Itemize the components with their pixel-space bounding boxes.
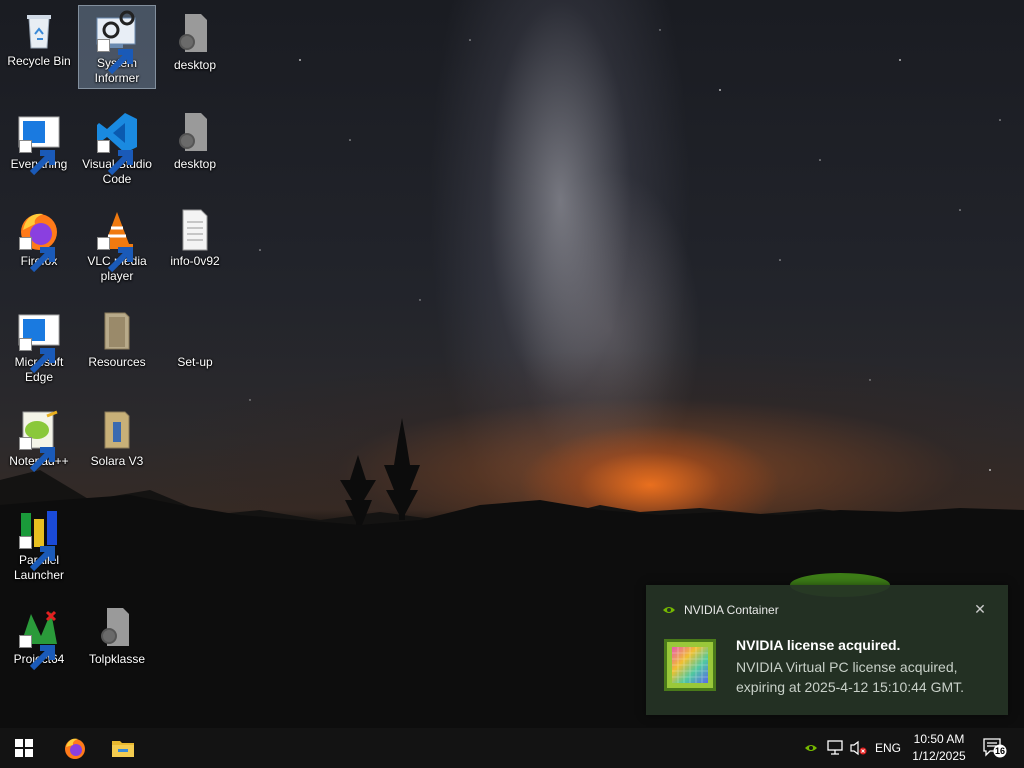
folder-icon: [95, 408, 139, 452]
settings-file-icon: [95, 606, 139, 650]
desktop-icon-microsoft-edge[interactable]: Microsoft Edge: [1, 305, 77, 387]
shortcut-arrow-icon: [19, 536, 55, 572]
clock-time: 10:50 AM: [913, 732, 965, 746]
desktop-icon-info-0v92[interactable]: info-0v92: [157, 204, 233, 271]
volume-muted-icon[interactable]: [848, 728, 870, 768]
desktop-icon-resources[interactable]: Resources: [79, 305, 155, 372]
shortcut-arrow-icon: [19, 338, 55, 374]
taskbar-file-explorer-button[interactable]: [99, 728, 147, 768]
file-explorer-icon: [112, 741, 134, 757]
network-icon[interactable]: [824, 728, 846, 768]
taskbar: ENG 10:50 AM 1/12/2025 16: [0, 728, 1024, 768]
desktop-icon-label: desktop: [173, 58, 217, 72]
desktop-icon-firefox[interactable]: Firefox: [1, 204, 77, 273]
nvidia-chip-icon: [664, 639, 716, 691]
firefox-icon: [17, 208, 61, 273]
shortcut-arrow-icon: [19, 237, 55, 273]
desktop-icon-label: Recycle Bin: [7, 54, 71, 68]
desktop-icon-solara-v3[interactable]: Solara V3: [79, 404, 155, 471]
language-indicator[interactable]: ENG: [872, 728, 904, 768]
desktop-icon-label: Set-up: [177, 355, 213, 369]
shortcut-arrow-icon: [19, 437, 55, 473]
desktop-icon-recycle-bin[interactable]: Recycle Bin: [1, 4, 77, 71]
taskbar-firefox-button[interactable]: [51, 728, 99, 768]
folder-icon: [95, 309, 139, 353]
firefox-icon: [65, 738, 85, 759]
system-informer-icon: [95, 10, 139, 75]
desktop-background: Recycle Bin Everything Firefox Microsoft…: [0, 0, 1024, 728]
desktop-icon-label: Tolpklasse: [88, 652, 146, 666]
nvidia-notification[interactable]: NVIDIA Container ✕ NVIDIA license acquir…: [646, 585, 1008, 715]
shortcut-arrow-icon: [97, 237, 133, 273]
vscode-icon: [95, 111, 139, 176]
desktop-icon-system-informer[interactable]: System Informer: [78, 5, 156, 89]
desktop-icon-everything[interactable]: Everything: [1, 107, 77, 176]
shortcut-arrow-icon: [19, 635, 55, 671]
notification-count-badge: 16: [994, 746, 1005, 756]
clock[interactable]: 10:50 AM 1/12/2025: [904, 731, 974, 765]
notification-app-row: NVIDIA Container: [662, 603, 779, 617]
vlc-icon: [95, 208, 139, 273]
clock-date: 1/12/2025: [912, 749, 966, 763]
settings-file-icon: [173, 12, 217, 56]
notification-title: NVIDIA license acquired.: [736, 637, 901, 653]
settings-file-icon: [173, 111, 217, 155]
desktop-icon-label: Resources: [88, 355, 146, 369]
desktop-icon-desktop-1[interactable]: desktop: [157, 8, 233, 75]
parallel-launcher-icon: [17, 507, 61, 572]
desktop-icon-set-up[interactable]: Set-up: [157, 305, 233, 372]
everything-icon: [17, 111, 61, 176]
desktop-icon-notepad-plus-plus[interactable]: Notepad++: [1, 404, 77, 473]
recycle-bin-icon: [17, 8, 61, 52]
start-button[interactable]: [0, 728, 48, 768]
desktop-icon-parallel-launcher[interactable]: Parallel Launcher: [1, 503, 77, 585]
notepad-plus-plus-icon: [17, 408, 61, 473]
desktop-icon-tolpklasse[interactable]: Tolpklasse: [79, 602, 155, 669]
shortcut-arrow-icon: [97, 39, 133, 75]
action-center-button[interactable]: 16: [980, 728, 1010, 768]
desktop-icon-desktop-2[interactable]: desktop: [157, 107, 233, 174]
desktop-icon-label: desktop: [173, 157, 217, 171]
blank-icon: [173, 309, 217, 353]
windows-start-icon: [15, 739, 33, 757]
edge-icon: [17, 309, 61, 374]
nvidia-icon: [663, 607, 675, 613]
desktop-icon-vlc-media-player[interactable]: VLC media player: [79, 204, 155, 286]
nvidia-tray-icon[interactable]: [802, 728, 820, 768]
shortcut-arrow-icon: [19, 140, 55, 176]
text-file-icon: [173, 208, 217, 252]
close-icon[interactable]: ✕: [972, 601, 988, 617]
desktop-icon-label: info-0v92: [170, 254, 220, 268]
desktop-icon-visual-studio-code[interactable]: Visual Studio Code: [79, 107, 155, 189]
desktop-icon-label: Solara V3: [90, 454, 144, 468]
shortcut-arrow-icon: [97, 140, 133, 176]
project64-icon: [17, 606, 61, 671]
notification-app-name: NVIDIA Container: [684, 603, 779, 617]
desktop-icon-project64[interactable]: Project64: [1, 602, 77, 671]
notification-body: NVIDIA Virtual PC license acquired, expi…: [736, 659, 965, 695]
